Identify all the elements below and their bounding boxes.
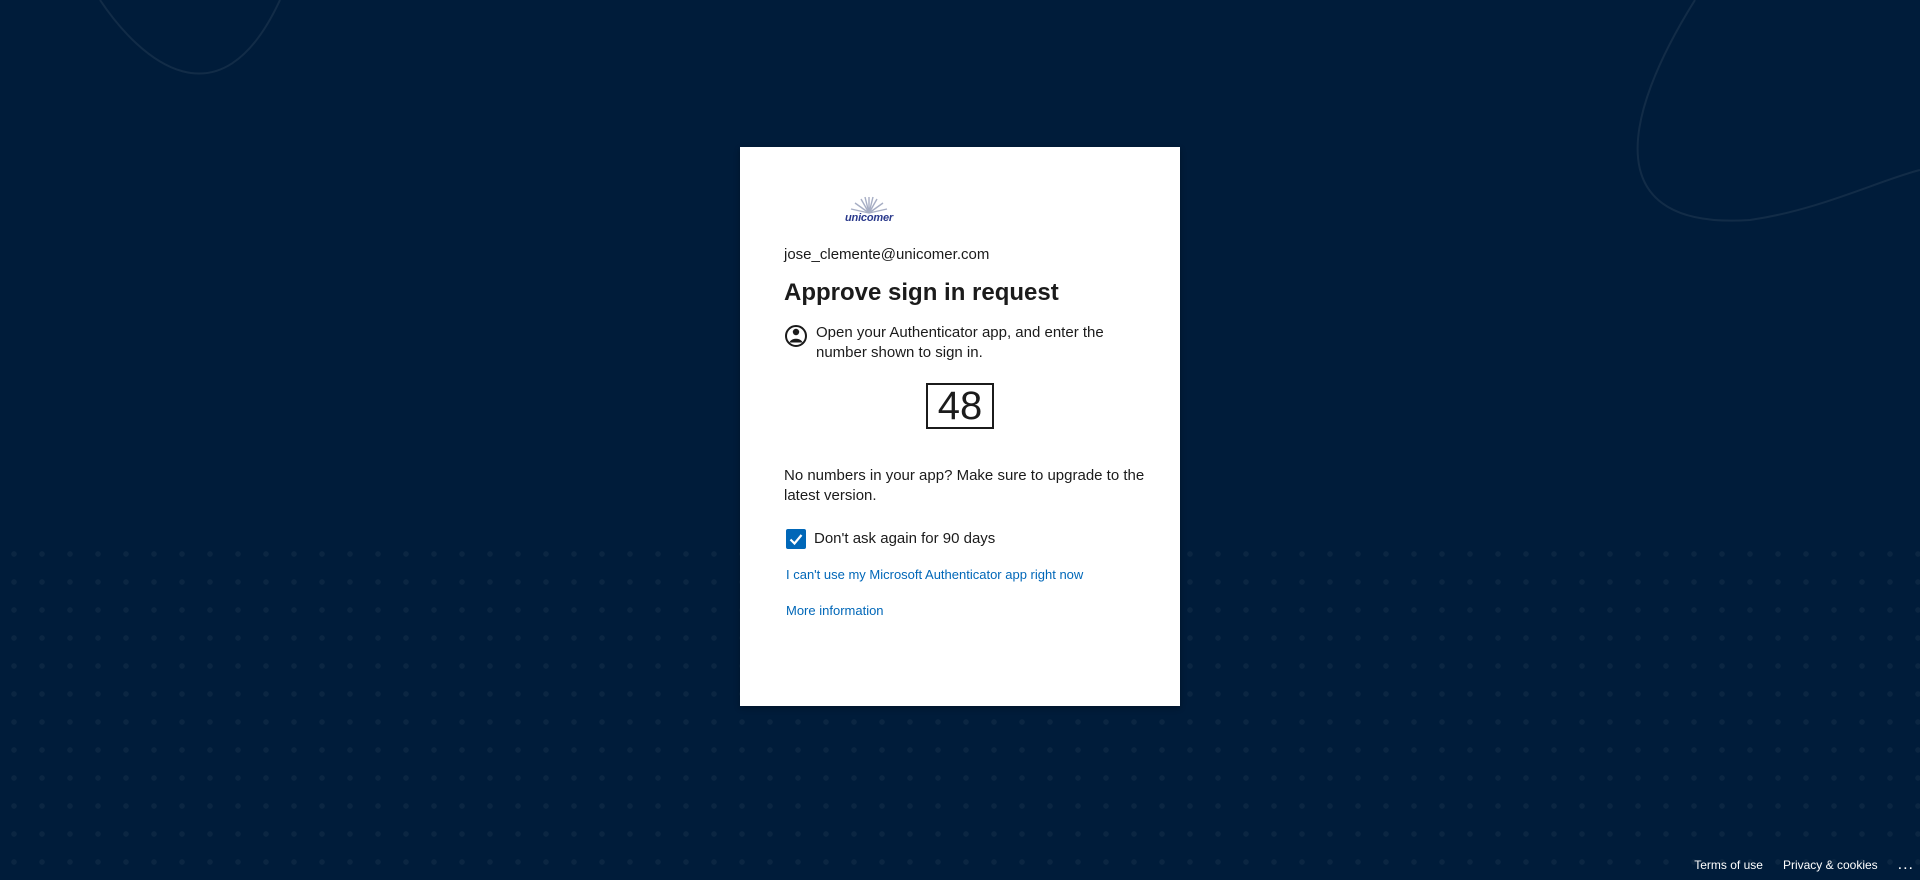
cant-use-authenticator-link[interactable]: I can't use my Microsoft Authenticator a… <box>786 567 1083 582</box>
background-decor-line-left <box>99 0 281 75</box>
logo-text: unicomer <box>845 212 893 224</box>
remember-checkbox[interactable] <box>786 529 806 549</box>
account-email: jose_clemente@unicomer.com <box>784 246 990 263</box>
page-title: Approve sign in request <box>784 279 1059 306</box>
instruction-text: Open your Authenticator app, and enter t… <box>816 324 1104 361</box>
background-decor-line-right <box>1636 0 1920 222</box>
unicomer-logo: unicomer <box>840 195 900 225</box>
remember-checkbox-label[interactable]: Don't ask again for 90 days <box>814 530 995 547</box>
privacy-cookies-link[interactable]: Privacy & cookies <box>1783 858 1878 872</box>
signin-card: unicomer jose_clemente@unicomer.com Appr… <box>740 147 1180 706</box>
verification-number: 48 <box>926 383 994 429</box>
more-information-link[interactable]: More information <box>786 603 884 618</box>
upgrade-note: No numbers in your app? Make sure to upg… <box>784 467 1145 504</box>
ellipsis-icon[interactable]: ... <box>1898 857 1914 873</box>
lock-person-icon <box>785 325 807 347</box>
page-footer: Terms of use Privacy & cookies ... <box>1694 857 1914 873</box>
terms-of-use-link[interactable]: Terms of use <box>1694 858 1763 872</box>
checkmark-icon <box>789 534 803 546</box>
